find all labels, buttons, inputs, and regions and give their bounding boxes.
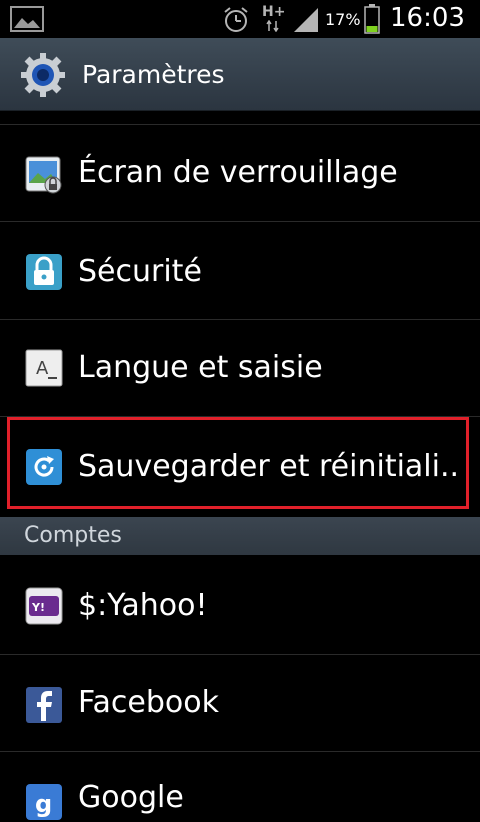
lock-icon [26, 254, 62, 290]
data-arrows-icon [266, 20, 279, 32]
settings-item-label: Écran de verrouillage [78, 155, 398, 190]
svg-text:Y!: Y! [31, 601, 45, 614]
battery-icon [364, 4, 380, 34]
account-item-label: Facebook [78, 685, 219, 720]
settings-gear-icon[interactable] [20, 52, 66, 98]
account-item-label: $:Yahoo! [78, 588, 208, 623]
account-item-yahoo[interactable]: Y! $:Yahoo! [0, 556, 480, 653]
lock-screen-icon [25, 156, 62, 194]
svg-text:g: g [35, 790, 52, 818]
settings-item-label: Sécurité [78, 254, 202, 289]
app-header: Paramètres [0, 38, 480, 111]
gallery-notification-icon [10, 6, 44, 32]
settings-item-label: Langue et saisie [78, 350, 323, 385]
page-title: Paramètres [82, 60, 225, 89]
section-label: Comptes [24, 523, 122, 548]
settings-item-lock-screen[interactable]: Écran de verrouillage [0, 124, 480, 221]
battery-percent: 17% [325, 10, 361, 29]
network-label: H+ [262, 4, 286, 20]
yahoo-icon: Y! [25, 587, 63, 625]
google-icon: g [26, 784, 62, 820]
keyboard-icon: A [25, 349, 63, 387]
clock: 16:03 [390, 3, 465, 33]
account-item-label: Google [78, 780, 184, 815]
highlight-box [7, 417, 469, 509]
signal-icon [294, 8, 318, 32]
status-bar: H+ 17% 16:03 [0, 0, 480, 38]
settings-item-security[interactable]: Sécurité [0, 221, 480, 319]
section-header-accounts: Comptes [0, 517, 480, 555]
facebook-icon [26, 687, 62, 723]
network-type: H+ [262, 4, 286, 34]
settings-item-language-input[interactable]: A Langue et saisie [0, 319, 480, 416]
account-item-facebook[interactable]: Facebook [0, 654, 480, 751]
alarm-icon [224, 7, 248, 32]
account-item-google[interactable]: g Google [0, 751, 480, 820]
svg-text:A: A [36, 358, 49, 379]
